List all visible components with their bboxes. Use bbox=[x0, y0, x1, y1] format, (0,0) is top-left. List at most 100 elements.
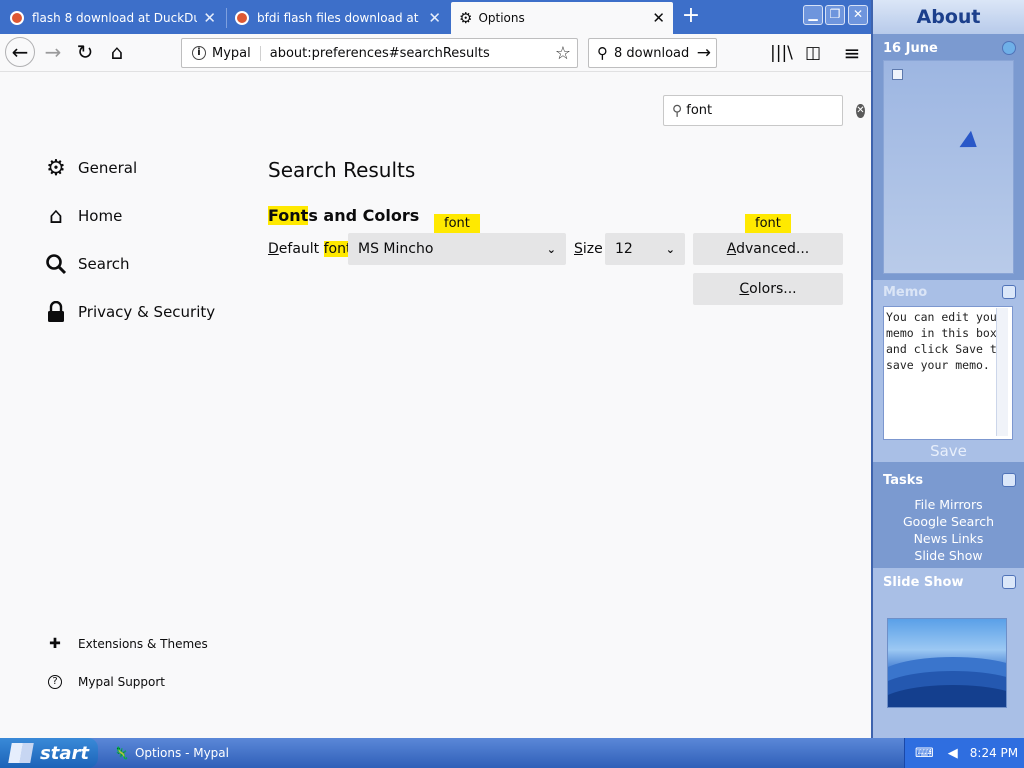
font-size-select[interactable]: 12 ⌄ bbox=[605, 233, 685, 265]
bookmark-star-icon[interactable]: ☆ bbox=[555, 43, 571, 64]
start-button[interactable]: start bbox=[0, 738, 98, 768]
footer-label: Extensions & Themes bbox=[78, 637, 208, 651]
gear-icon: ⚙ bbox=[459, 9, 473, 27]
category-privacy-security[interactable]: Privacy & Security bbox=[44, 300, 215, 324]
default-font-select[interactable]: MS Mincho ⌄ bbox=[348, 233, 566, 265]
tab-bfdi-download[interactable]: bfdi flash files download at DuckDuc ✕ bbox=[227, 2, 449, 34]
sidebar-toggle-icon[interactable]: ◫ bbox=[802, 42, 824, 64]
duckduckgo-icon bbox=[235, 11, 249, 25]
category-general[interactable]: ⚙ General bbox=[44, 155, 138, 181]
gear-icon: ⚙ bbox=[46, 155, 66, 181]
memo-textarea[interactable] bbox=[883, 306, 1013, 440]
date-label: 16 June bbox=[883, 40, 938, 56]
search-tooltip: font bbox=[434, 214, 480, 239]
home-icon: ⌂ bbox=[49, 203, 63, 229]
monitor-icon[interactable] bbox=[1002, 575, 1016, 589]
home-button[interactable]: ⌂ bbox=[102, 37, 132, 67]
search-go-icon[interactable]: → bbox=[697, 43, 711, 63]
tasks-icon[interactable] bbox=[1002, 473, 1016, 487]
system-tray: ⌨ ◀ 8:24 PM bbox=[904, 738, 1024, 768]
search-icon: ⚲ bbox=[597, 44, 608, 62]
close-window-button[interactable]: ✕ bbox=[848, 5, 868, 25]
memo-header: Memo bbox=[873, 280, 1024, 304]
search-highlight: Font bbox=[268, 206, 309, 225]
tab-label: bfdi flash files download at DuckDuc bbox=[257, 11, 422, 25]
selected-size: 12 bbox=[615, 241, 633, 257]
search-bar[interactable]: ⚲ 8 download → bbox=[588, 38, 717, 68]
forward-button[interactable]: → bbox=[38, 37, 68, 67]
back-button[interactable]: ← bbox=[5, 37, 35, 67]
new-tab-button[interactable]: + bbox=[680, 4, 702, 30]
task-link-slide-show[interactable]: Slide Show bbox=[873, 547, 1024, 564]
search-tooltip: font bbox=[745, 214, 791, 239]
save-button[interactable]: Save bbox=[873, 442, 1024, 460]
tab-close-icon[interactable]: ✕ bbox=[428, 9, 441, 27]
tab-close-icon[interactable]: ✕ bbox=[203, 9, 216, 27]
task-link-google-search[interactable]: Google Search bbox=[873, 513, 1024, 530]
chevron-down-icon: ⌄ bbox=[546, 242, 556, 256]
colors-button[interactable]: Colors... bbox=[693, 273, 843, 305]
tasks-title: Tasks bbox=[883, 472, 924, 488]
tab-flash-download[interactable]: flash 8 download at DuckDuckGo ✕ bbox=[2, 2, 224, 34]
search-bar-value[interactable]: 8 download bbox=[614, 46, 697, 61]
memo-icon[interactable] bbox=[1002, 285, 1016, 299]
url-bar[interactable]: i Mypal about:preferences#searchResults … bbox=[181, 38, 578, 68]
clock[interactable]: 8:24 PM bbox=[970, 746, 1018, 760]
about-sidebar: About 16 June Memo Save Tasks File Mirro… bbox=[871, 0, 1024, 738]
library-icon[interactable]: |||\ bbox=[770, 42, 793, 64]
minimize-button[interactable]: ▁ bbox=[803, 5, 823, 25]
slideshow-header: Slide Show bbox=[873, 570, 1024, 594]
mypal-icon: 🦎 bbox=[114, 746, 129, 760]
windows-logo-icon bbox=[8, 743, 34, 763]
taskbar-item-label: Options - Mypal bbox=[134, 746, 229, 760]
search-icon bbox=[44, 252, 68, 276]
duckduckgo-icon bbox=[10, 11, 24, 25]
advanced-button[interactable]: Advanced... bbox=[693, 233, 843, 265]
tab-close-icon[interactable]: ✕ bbox=[652, 9, 665, 27]
fonts-colors-heading: Fonts and Colors bbox=[268, 206, 419, 225]
search-icon: ⚲ bbox=[672, 102, 683, 119]
category-search[interactable]: Search bbox=[44, 252, 130, 276]
keyboard-icon[interactable]: ⌨ bbox=[915, 746, 934, 761]
preferences-search[interactable]: ⚲ ✕ bbox=[663, 95, 865, 126]
slideshow-image[interactable] bbox=[887, 618, 1007, 708]
slideshow-title: Slide Show bbox=[883, 574, 964, 590]
menu-icon[interactable]: ≡ bbox=[841, 42, 863, 64]
task-link-news-links[interactable]: News Links bbox=[873, 530, 1024, 547]
tab-label: flash 8 download at DuckDuckGo bbox=[32, 11, 198, 25]
page-title: Search Results bbox=[268, 158, 416, 182]
puzzle-icon: ✚ bbox=[49, 636, 61, 652]
memo-scrollbar[interactable] bbox=[996, 308, 1008, 436]
maximize-button[interactable]: ❐ bbox=[825, 5, 845, 25]
reload-button[interactable]: ↻ bbox=[70, 37, 100, 67]
tasks-header: Tasks bbox=[873, 468, 1024, 492]
preferences-search-input[interactable] bbox=[686, 103, 857, 118]
globe-icon[interactable] bbox=[1002, 41, 1016, 55]
tab-options[interactable]: ⚙ Options ✕ bbox=[451, 2, 673, 34]
category-label: General bbox=[78, 159, 138, 177]
speaker-icon[interactable]: ◀ bbox=[948, 746, 958, 761]
clear-search-icon[interactable]: ✕ bbox=[856, 103, 865, 118]
button-label: dvanced... bbox=[736, 241, 810, 257]
taskbar-item-options[interactable]: 🦎 Options - Mypal bbox=[108, 741, 268, 765]
image-placeholder-icon bbox=[892, 69, 903, 80]
tab-label: Options bbox=[478, 11, 525, 25]
extensions-themes-link[interactable]: ✚ Extensions & Themes bbox=[46, 636, 208, 652]
memo-panel: Memo Save bbox=[873, 280, 1024, 462]
footer-label: Mypal Support bbox=[78, 675, 166, 689]
access-key: S bbox=[574, 241, 583, 257]
identity-label: Mypal bbox=[212, 45, 261, 61]
access-key: A bbox=[726, 241, 737, 257]
info-icon[interactable]: i bbox=[192, 46, 206, 60]
mypal-support-link[interactable]: ? Mypal Support bbox=[46, 675, 165, 689]
access-key: C bbox=[739, 281, 750, 297]
size-label: Size bbox=[574, 241, 603, 257]
start-label: start bbox=[40, 742, 89, 764]
task-link-file-mirrors[interactable]: File Mirrors bbox=[873, 496, 1024, 513]
category-home[interactable]: ⌂ Home bbox=[44, 203, 123, 229]
chevron-down-icon: ⌄ bbox=[665, 242, 675, 256]
nav-toolbar: ← → ↻ ⌂ i Mypal about:preferences#search… bbox=[0, 34, 871, 72]
category-label: Home bbox=[78, 207, 123, 225]
url-text[interactable]: about:preferences#searchResults bbox=[270, 46, 555, 61]
mountain-ridge bbox=[888, 685, 1006, 707]
